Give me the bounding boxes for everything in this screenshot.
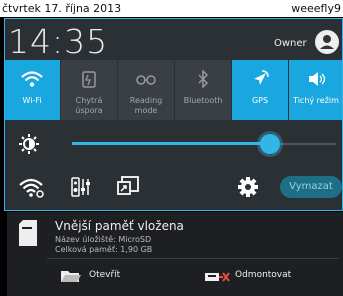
open-button-label: Otevřít (89, 270, 121, 280)
quick-tiles: Wi-Fi Chytrá úspora Reading mode Bluetoo… (4, 60, 343, 120)
wifi-icon (4, 70, 60, 88)
quick-actions-row: Vymazat (4, 168, 343, 206)
sd-card-icon (17, 220, 37, 250)
notification-line-storage-name: Název úložiště: MicroSD (55, 235, 152, 244)
screen-cast-icon[interactable] (117, 175, 141, 201)
tile-reading-mode-label: Reading mode (129, 96, 163, 115)
brightness-icon[interactable] (18, 133, 40, 159)
brightness-fill (72, 142, 270, 145)
notification-divider (47, 258, 339, 259)
carrier-text: weeefly9 (291, 2, 341, 15)
unmount-button-label: Odmontovat (235, 270, 292, 280)
tile-bluetooth[interactable]: Bluetooth (175, 60, 231, 120)
tile-gps-label: GPS (251, 96, 269, 105)
status-bar: čtvrtek 17. října 2013 weeefly9 (0, 0, 343, 17)
tile-silent-mode[interactable]: Tichý režim (289, 60, 343, 120)
tile-silent-mode-label: Tichý režim (293, 96, 339, 105)
settings-gear-icon[interactable] (237, 176, 259, 202)
tile-wifi-label: Wi-Fi (22, 96, 42, 105)
unmount-button[interactable]: Odmontovat (203, 264, 323, 288)
brightness-row (4, 124, 343, 164)
brightness-thumb[interactable] (260, 134, 280, 154)
tile-smart-saving-label: Chytrá úspora (75, 96, 103, 115)
tile-smart-saving[interactable]: Chytrá úspora (61, 60, 117, 120)
notification-line-total-memory: Celková paměť: 1,90 GB (55, 245, 153, 254)
silent-mode-icon (289, 70, 343, 88)
tile-gps[interactable]: GPS (232, 60, 288, 120)
clear-notifications-button[interactable]: Vymazat (280, 176, 342, 198)
equalizer-icon[interactable] (71, 176, 91, 202)
quick-settings-panel: 14:35 Owner Wi-Fi Chytrá úspora Reading … (4, 18, 343, 211)
wifi-settings-icon[interactable] (18, 176, 44, 202)
open-button[interactable]: Otevřít (57, 264, 177, 288)
tile-bluetooth-label: Bluetooth (183, 96, 223, 105)
tile-reading-mode[interactable]: Reading mode (118, 60, 174, 120)
user-avatar-icon[interactable] (315, 30, 339, 54)
tile-wifi[interactable]: Wi-Fi (4, 60, 60, 120)
unmount-icon (205, 271, 231, 286)
notification-title: Vnější paměť vložena (55, 219, 184, 233)
user-name[interactable]: Owner (274, 38, 307, 49)
gps-icon (232, 70, 288, 88)
smart-saving-icon (61, 70, 117, 88)
notification-card[interactable]: Vnější paměť vložena Název úložiště: Mic… (7, 212, 343, 296)
folder-icon (61, 269, 81, 286)
date-text: čtvrtek 17. října 2013 (2, 2, 122, 15)
glasses-icon (118, 70, 174, 88)
clock: 14:35 (8, 22, 109, 61)
bluetooth-icon (175, 69, 231, 89)
